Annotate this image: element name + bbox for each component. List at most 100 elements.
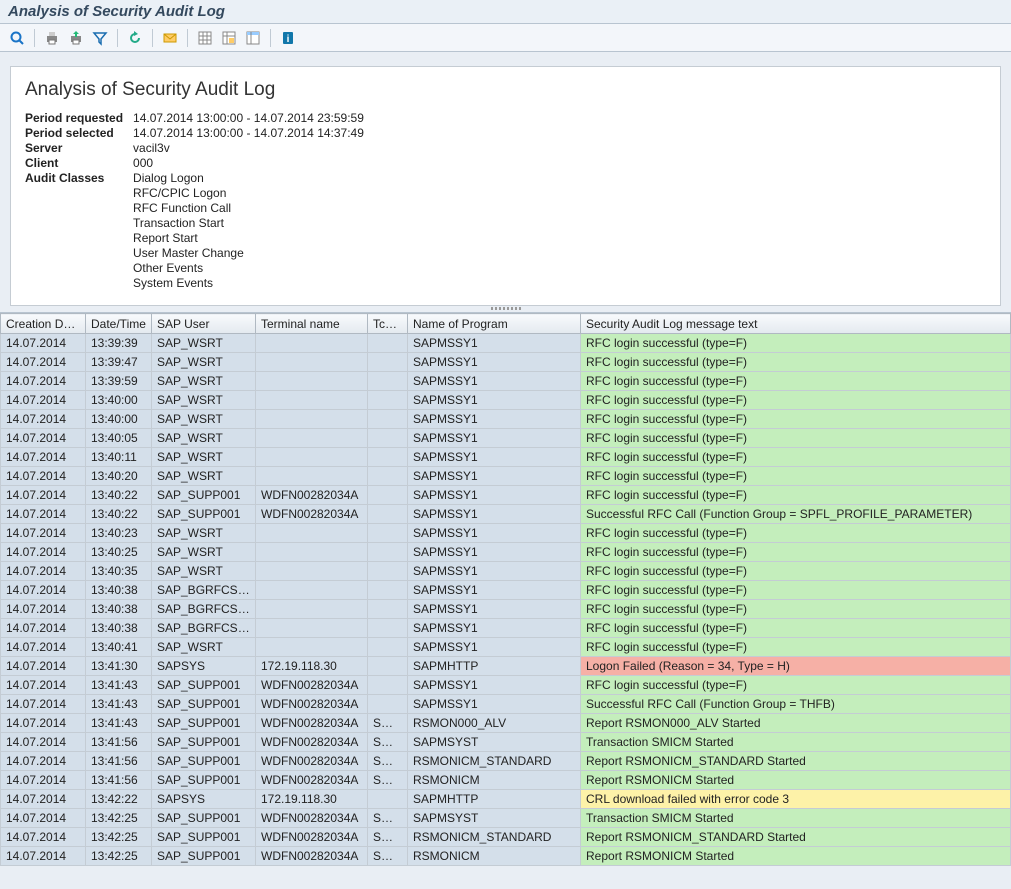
column-header-program[interactable]: Name of Program <box>408 314 581 334</box>
table-row[interactable]: 14.07.201413:41:43SAP_SUPP001WDFN0028203… <box>1 714 1011 733</box>
cell-time: 13:40:38 <box>86 619 152 638</box>
table-row[interactable]: 14.07.201413:41:30SAPSYS172.19.118.30SAP… <box>1 657 1011 676</box>
table-row[interactable]: 14.07.201413:40:05SAP_WSRTSAPMSSY1RFC lo… <box>1 429 1011 448</box>
table-row[interactable]: 14.07.201413:40:00SAP_WSRTSAPMSSY1RFC lo… <box>1 391 1011 410</box>
toolbar: i <box>0 24 1011 52</box>
cell-user: SAP_SUPP001 <box>152 771 256 790</box>
table-row[interactable]: 14.07.201413:40:11SAP_WSRTSAPMSSY1RFC lo… <box>1 448 1011 467</box>
cell-terminal: WDFN00282034A <box>256 752 368 771</box>
cell-program: RSMONICM <box>408 847 581 866</box>
table-row[interactable]: 14.07.201413:41:43SAP_SUPP001WDFN0028203… <box>1 695 1011 714</box>
cell-time: 13:40:22 <box>86 505 152 524</box>
label-server: Server <box>25 141 133 156</box>
window-title: Analysis of Security Audit Log <box>0 0 1011 24</box>
cell-user: SAP_WSRT <box>152 562 256 581</box>
value-server: vacil3v <box>133 141 374 156</box>
refresh-icon[interactable] <box>124 28 146 48</box>
layout-3-icon[interactable] <box>242 28 264 48</box>
cell-time: 13:41:56 <box>86 733 152 752</box>
cell-date: 14.07.2014 <box>1 505 86 524</box>
cell-user: SAP_SUPP001 <box>152 695 256 714</box>
cell-user: SAP_BGRFCSUP <box>152 600 256 619</box>
filter-icon[interactable] <box>89 28 111 48</box>
table-row[interactable]: 14.07.201413:42:25SAP_SUPP001WDFN0028203… <box>1 847 1011 866</box>
print-icon[interactable] <box>41 28 63 48</box>
cell-date: 14.07.2014 <box>1 562 86 581</box>
cell-terminal: WDFN00282034A <box>256 809 368 828</box>
cell-date: 14.07.2014 <box>1 828 86 847</box>
layout-1-icon[interactable] <box>194 28 216 48</box>
cell-tcode <box>368 581 408 600</box>
cell-time: 13:41:43 <box>86 676 152 695</box>
table-row[interactable]: 14.07.201413:40:38SAP_BGRFCSUPSAPMSSY1RF… <box>1 619 1011 638</box>
audit-class-item: RFC/CPIC Logon <box>133 186 364 201</box>
table-row[interactable]: 14.07.201413:42:22SAPSYS172.19.118.30SAP… <box>1 790 1011 809</box>
cell-user: SAP_SUPP001 <box>152 752 256 771</box>
cell-tcode <box>368 505 408 524</box>
cell-program: SAPMSSY1 <box>408 505 581 524</box>
column-header-user[interactable]: SAP User <box>152 314 256 334</box>
cell-user: SAP_BGRFCSUP <box>152 619 256 638</box>
cell-msg: RFC login successful (type=F) <box>581 562 1011 581</box>
cell-tcode <box>368 695 408 714</box>
column-header-tcode[interactable]: Tcode <box>368 314 408 334</box>
cell-terminal <box>256 581 368 600</box>
table-row[interactable]: 14.07.201413:42:25SAP_SUPP001WDFN0028203… <box>1 828 1011 847</box>
table-row[interactable]: 14.07.201413:40:25SAP_WSRTSAPMSSY1RFC lo… <box>1 543 1011 562</box>
column-header-terminal[interactable]: Terminal name <box>256 314 368 334</box>
cell-tcode <box>368 467 408 486</box>
print-preview-icon[interactable] <box>6 28 28 48</box>
cell-program: SAPMHTTP <box>408 790 581 809</box>
cell-date: 14.07.2014 <box>1 391 86 410</box>
table-row[interactable]: 14.07.201413:40:38SAP_BGRFCSUPSAPMSSY1RF… <box>1 581 1011 600</box>
table-row[interactable]: 14.07.201413:39:39SAP_WSRTSAPMSSY1RFC lo… <box>1 334 1011 353</box>
cell-program: SAPMSSY1 <box>408 695 581 714</box>
cell-program: SAPMSYST <box>408 809 581 828</box>
table-row[interactable]: 14.07.201413:40:41SAP_WSRTSAPMSSY1RFC lo… <box>1 638 1011 657</box>
cell-user: SAPSYS <box>152 657 256 676</box>
column-header-msg[interactable]: Security Audit Log message text <box>581 314 1011 334</box>
cell-user: SAP_SUPP001 <box>152 828 256 847</box>
cell-date: 14.07.2014 <box>1 809 86 828</box>
cell-terminal <box>256 638 368 657</box>
table-row[interactable]: 14.07.201413:40:20SAP_WSRTSAPMSSY1RFC lo… <box>1 467 1011 486</box>
cell-user: SAP_WSRT <box>152 334 256 353</box>
table-row[interactable]: 14.07.201413:40:22SAP_SUPP001WDFN0028203… <box>1 486 1011 505</box>
cell-msg: RFC login successful (type=F) <box>581 543 1011 562</box>
column-header-time[interactable]: Date/Time <box>86 314 152 334</box>
export-icon[interactable] <box>65 28 87 48</box>
table-row[interactable]: 14.07.201413:40:38SAP_BGRFCSUPSAPMSSY1RF… <box>1 600 1011 619</box>
table-row[interactable]: 14.07.201413:41:56SAP_SUPP001WDFN0028203… <box>1 733 1011 752</box>
horizontal-splitter[interactable] <box>0 306 1011 312</box>
mail-icon[interactable] <box>159 28 181 48</box>
cell-program: RSMONICM_STANDARD <box>408 828 581 847</box>
cell-program: SAPMSSY1 <box>408 391 581 410</box>
column-header-date[interactable]: Creation Date <box>1 314 86 334</box>
cell-date: 14.07.2014 <box>1 695 86 714</box>
table-row[interactable]: 14.07.201413:40:22SAP_SUPP001WDFN0028203… <box>1 505 1011 524</box>
cell-date: 14.07.2014 <box>1 676 86 695</box>
cell-program: RSMONICM <box>408 771 581 790</box>
cell-tcode <box>368 372 408 391</box>
table-row[interactable]: 14.07.201413:41:56SAP_SUPP001WDFN0028203… <box>1 771 1011 790</box>
table-row[interactable]: 14.07.201413:41:43SAP_SUPP001WDFN0028203… <box>1 676 1011 695</box>
cell-time: 13:40:05 <box>86 429 152 448</box>
cell-terminal: WDFN00282034A <box>256 505 368 524</box>
table-row[interactable]: 14.07.201413:39:59SAP_WSRTSAPMSSY1RFC lo… <box>1 372 1011 391</box>
cell-msg: RFC login successful (type=F) <box>581 467 1011 486</box>
cell-date: 14.07.2014 <box>1 771 86 790</box>
table-row[interactable]: 14.07.201413:40:00SAP_WSRTSAPMSSY1RFC lo… <box>1 410 1011 429</box>
table-row[interactable]: 14.07.201413:40:35SAP_WSRTSAPMSSY1RFC lo… <box>1 562 1011 581</box>
info-icon[interactable]: i <box>277 28 299 48</box>
cell-program: SAPMSSY1 <box>408 543 581 562</box>
cell-msg: Report RSMON000_ALV Started <box>581 714 1011 733</box>
cell-program: SAPMSSY1 <box>408 372 581 391</box>
table-row[interactable]: 14.07.201413:39:47SAP_WSRTSAPMSSY1RFC lo… <box>1 353 1011 372</box>
table-row[interactable]: 14.07.201413:40:23SAP_WSRTSAPMSSY1RFC lo… <box>1 524 1011 543</box>
cell-time: 13:40:38 <box>86 581 152 600</box>
table-row[interactable]: 14.07.201413:42:25SAP_SUPP001WDFN0028203… <box>1 809 1011 828</box>
cell-terminal: WDFN00282034A <box>256 695 368 714</box>
cell-date: 14.07.2014 <box>1 581 86 600</box>
layout-2-icon[interactable] <box>218 28 240 48</box>
table-row[interactable]: 14.07.201413:41:56SAP_SUPP001WDFN0028203… <box>1 752 1011 771</box>
